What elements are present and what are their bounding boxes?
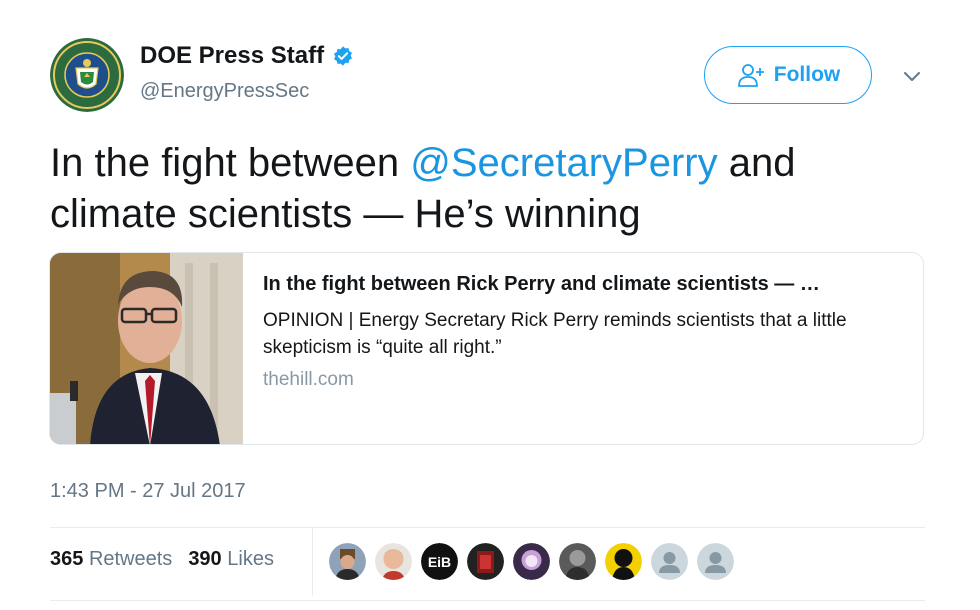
tweet-text-before: In the fight between xyxy=(50,141,411,185)
card-title[interactable]: In the fight between Rick Perry and clim… xyxy=(263,271,913,297)
user-avatar-eib[interactable]: EiB xyxy=(421,543,458,580)
tweet-text: In the fight between @SecretaryPerry and… xyxy=(50,138,930,240)
follow-label: Follow xyxy=(773,63,841,86)
user-avatar-5[interactable] xyxy=(513,543,550,580)
user-avatar-2[interactable] xyxy=(375,543,412,580)
user-avatar-4[interactable] xyxy=(467,543,504,580)
retweets-label: Retweets xyxy=(88,548,173,570)
user-handle[interactable]: @EnergyPressSec xyxy=(140,80,309,103)
engagement-stats: 365 Retweets 390 Likes xyxy=(50,548,274,571)
card-thumbnail-image[interactable] xyxy=(50,253,243,445)
stats-separator xyxy=(312,528,313,596)
display-name[interactable]: DOE Press Staff xyxy=(140,42,354,70)
retweets-count: 365 xyxy=(50,548,84,570)
likes-stat[interactable]: 390 Likes xyxy=(188,548,274,571)
default-avatar-icon[interactable] xyxy=(697,543,734,580)
doe-seal-icon[interactable] xyxy=(50,38,124,112)
likes-count: 390 xyxy=(188,548,222,570)
card-domain: thehill.com xyxy=(263,369,354,390)
divider xyxy=(50,527,925,528)
link-preview-card[interactable]: In the fight between Rick Perry and clim… xyxy=(49,252,924,445)
follow-button[interactable]: Follow xyxy=(704,46,872,104)
default-avatar-icon[interactable] xyxy=(651,543,688,580)
card-description: OPINION | Energy Secretary Rick Perry re… xyxy=(263,310,847,358)
tweet-timestamp[interactable]: 1:43 PM - 27 Jul 2017 xyxy=(50,480,246,503)
likers-avatar-row: EiB xyxy=(329,543,734,580)
retweets-stat[interactable]: 365 Retweets xyxy=(50,548,172,571)
verified-badge-icon xyxy=(334,46,353,66)
display-name-text[interactable]: DOE Press Staff xyxy=(140,42,324,70)
mention-link[interactable]: @SecretaryPerry xyxy=(410,141,717,185)
divider xyxy=(50,600,925,601)
user-avatar-7[interactable] xyxy=(605,543,642,580)
add-user-icon xyxy=(737,64,764,87)
user-avatar-6[interactable] xyxy=(559,543,596,580)
user-avatar-1[interactable] xyxy=(329,543,366,580)
chevron-down-icon[interactable] xyxy=(900,64,924,88)
eib-text: EiB xyxy=(428,554,451,570)
likes-label: Likes xyxy=(227,548,274,570)
